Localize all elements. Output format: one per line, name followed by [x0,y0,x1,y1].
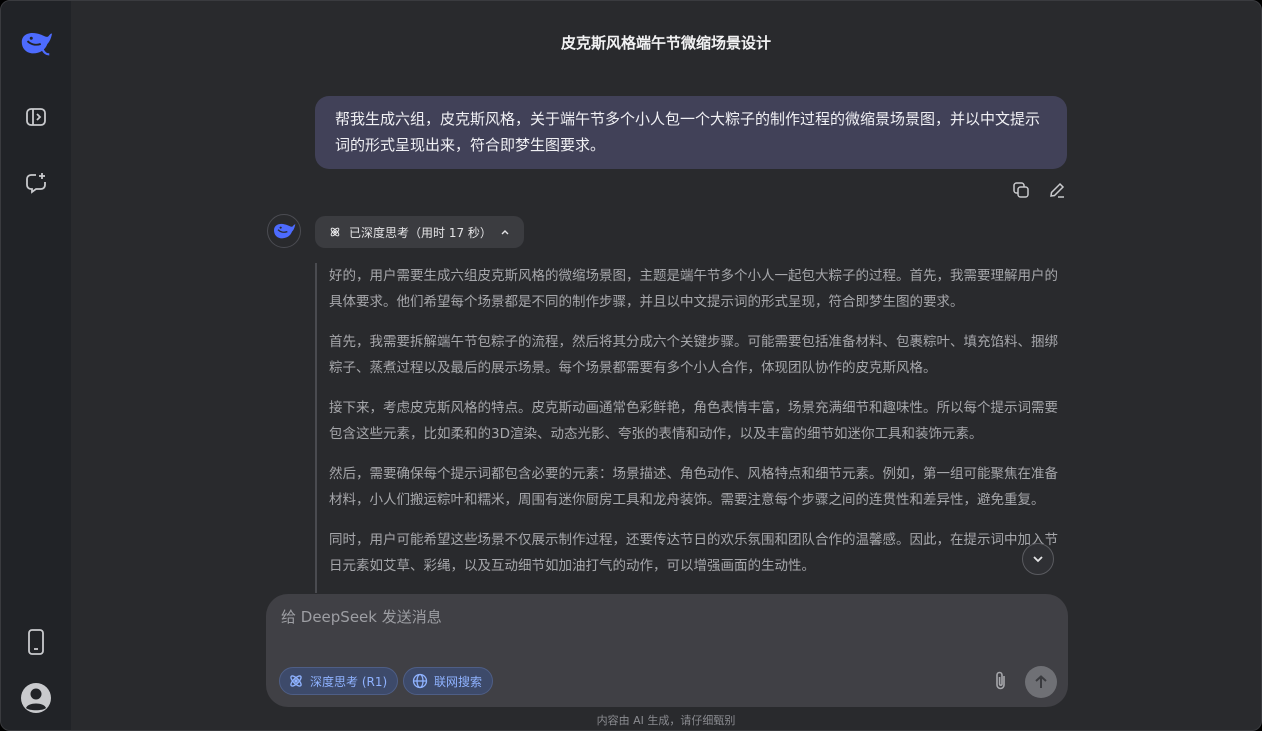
deep-think-r1-button[interactable]: 深度思考 (R1) [279,667,399,695]
globe-icon [412,673,428,689]
deepseek-whale-icon [274,223,296,239]
message-composer: 深度思考 (R1) 联网搜索 [266,594,1068,707]
deepseek-logo-icon[interactable] [18,25,54,61]
message-input[interactable] [281,608,961,626]
copy-icon[interactable] [1009,178,1033,202]
reasoning-paragraph: 好的，用户需要生成六组皮克斯风格的微缩场景图，主题是端午节多个小人一起包大粽子的… [329,268,1058,310]
phone-icon[interactable] [18,624,54,660]
reasoning-content: 好的，用户需要生成六组皮克斯风格的微缩场景图，主题是端午节多个小人一起包大粽子的… [315,263,1065,593]
sidebar-toggle-icon[interactable] [18,99,54,135]
arrow-up-icon [1035,675,1047,688]
scroll-to-bottom-button[interactable] [1022,543,1054,575]
web-search-label: 联网搜索 [434,674,483,689]
chevron-down-icon [1033,556,1043,563]
web-search-button[interactable]: 联网搜索 [403,667,494,695]
paperclip-icon [996,671,1005,690]
new-chat-icon[interactable] [18,165,54,201]
atom-icon [290,675,302,687]
reasoning-paragraph: 同时，用户可能希望这些场景不仅展示制作过程，还要传达节日的欢乐氛围和团队合作的温… [329,532,1058,574]
send-button[interactable] [1025,666,1057,698]
page-title: 皮克斯风格端午节微缩场景设计 [560,34,771,52]
deep-think-label: 深度思考 (R1) [310,674,388,689]
user-message-bubble: 帮我生成六组，皮克斯风格，关于端午节多个小人包一个大粽子的制作过程的微缩景场景图… [315,96,1067,169]
attach-file-button[interactable] [986,666,1016,696]
sidebar [1,1,71,730]
app-window: 皮克斯风格端午节微缩场景设计 帮我生成六组，皮克斯风格，关于端午节多个小人包一个… [0,0,1262,731]
edit-icon[interactable] [1045,178,1069,202]
deep-think-toggle[interactable]: 已深度思考（用时 17 秒） [315,216,524,248]
disclaimer: 内容由 AI 生成，请仔细甄别 [596,714,736,727]
reasoning-paragraph: 然后，需要确保每个提示词都包含必要的元素：场景描述、角色动作、风格特点和细节元素… [329,466,1058,508]
user-avatar-icon[interactable] [18,680,54,716]
chevron-up-icon [501,230,509,235]
message-actions [1009,178,1069,202]
atom-icon [330,227,340,237]
reasoning-paragraph: 接下来，考虑皮克斯风格的特点。皮克斯动画通常色彩鲜艳，角色表情丰富，场景充满细节… [329,400,1058,442]
reasoning-paragraph: 首先，我需要拆解端午节包粽子的流程，然后将其分成六个关键步骤。可能需要包括准备材… [329,334,1058,376]
think-label: 已深度思考（用时 17 秒） [349,225,492,240]
assistant-avatar [267,214,301,248]
